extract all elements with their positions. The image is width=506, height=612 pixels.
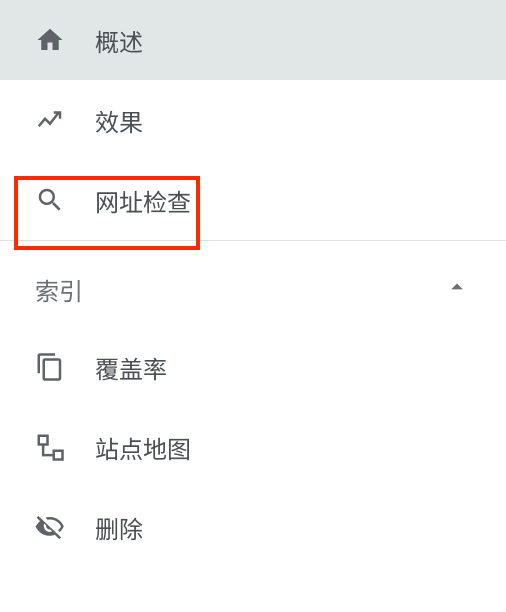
nav-item-removals[interactable]: 删除 <box>0 487 506 567</box>
nav-item-coverage[interactable]: 覆盖率 <box>0 327 506 407</box>
nav-item-performance[interactable]: 效果 <box>0 80 506 160</box>
visibility-off-icon <box>35 512 95 542</box>
nav-item-label: 效果 <box>95 103 143 138</box>
nav-item-sitemaps[interactable]: 站点地图 <box>0 407 506 487</box>
nav-item-label: 概述 <box>95 23 143 58</box>
nav-item-overview[interactable]: 概述 <box>0 0 506 80</box>
sitemap-icon <box>35 432 95 462</box>
section-header-label: 索引 <box>35 272 83 307</box>
trend-icon <box>35 105 95 135</box>
section-header-index[interactable]: 索引 <box>0 251 506 327</box>
nav-item-url-inspection[interactable]: 网址检查 <box>0 160 506 240</box>
nav-item-label: 覆盖率 <box>95 350 167 385</box>
nav-item-label: 站点地图 <box>95 430 191 465</box>
nav-item-label: 删除 <box>95 510 143 545</box>
home-icon <box>35 25 95 55</box>
section-items: 覆盖率 站点地图 删除 <box>0 327 506 567</box>
sidebar-nav: 概述 效果 网址检查 索引 覆盖率 <box>0 0 506 567</box>
nav-item-label: 网址检查 <box>95 183 191 218</box>
chevron-up-icon <box>443 273 471 306</box>
search-icon <box>35 185 95 215</box>
copy-icon <box>35 352 95 382</box>
